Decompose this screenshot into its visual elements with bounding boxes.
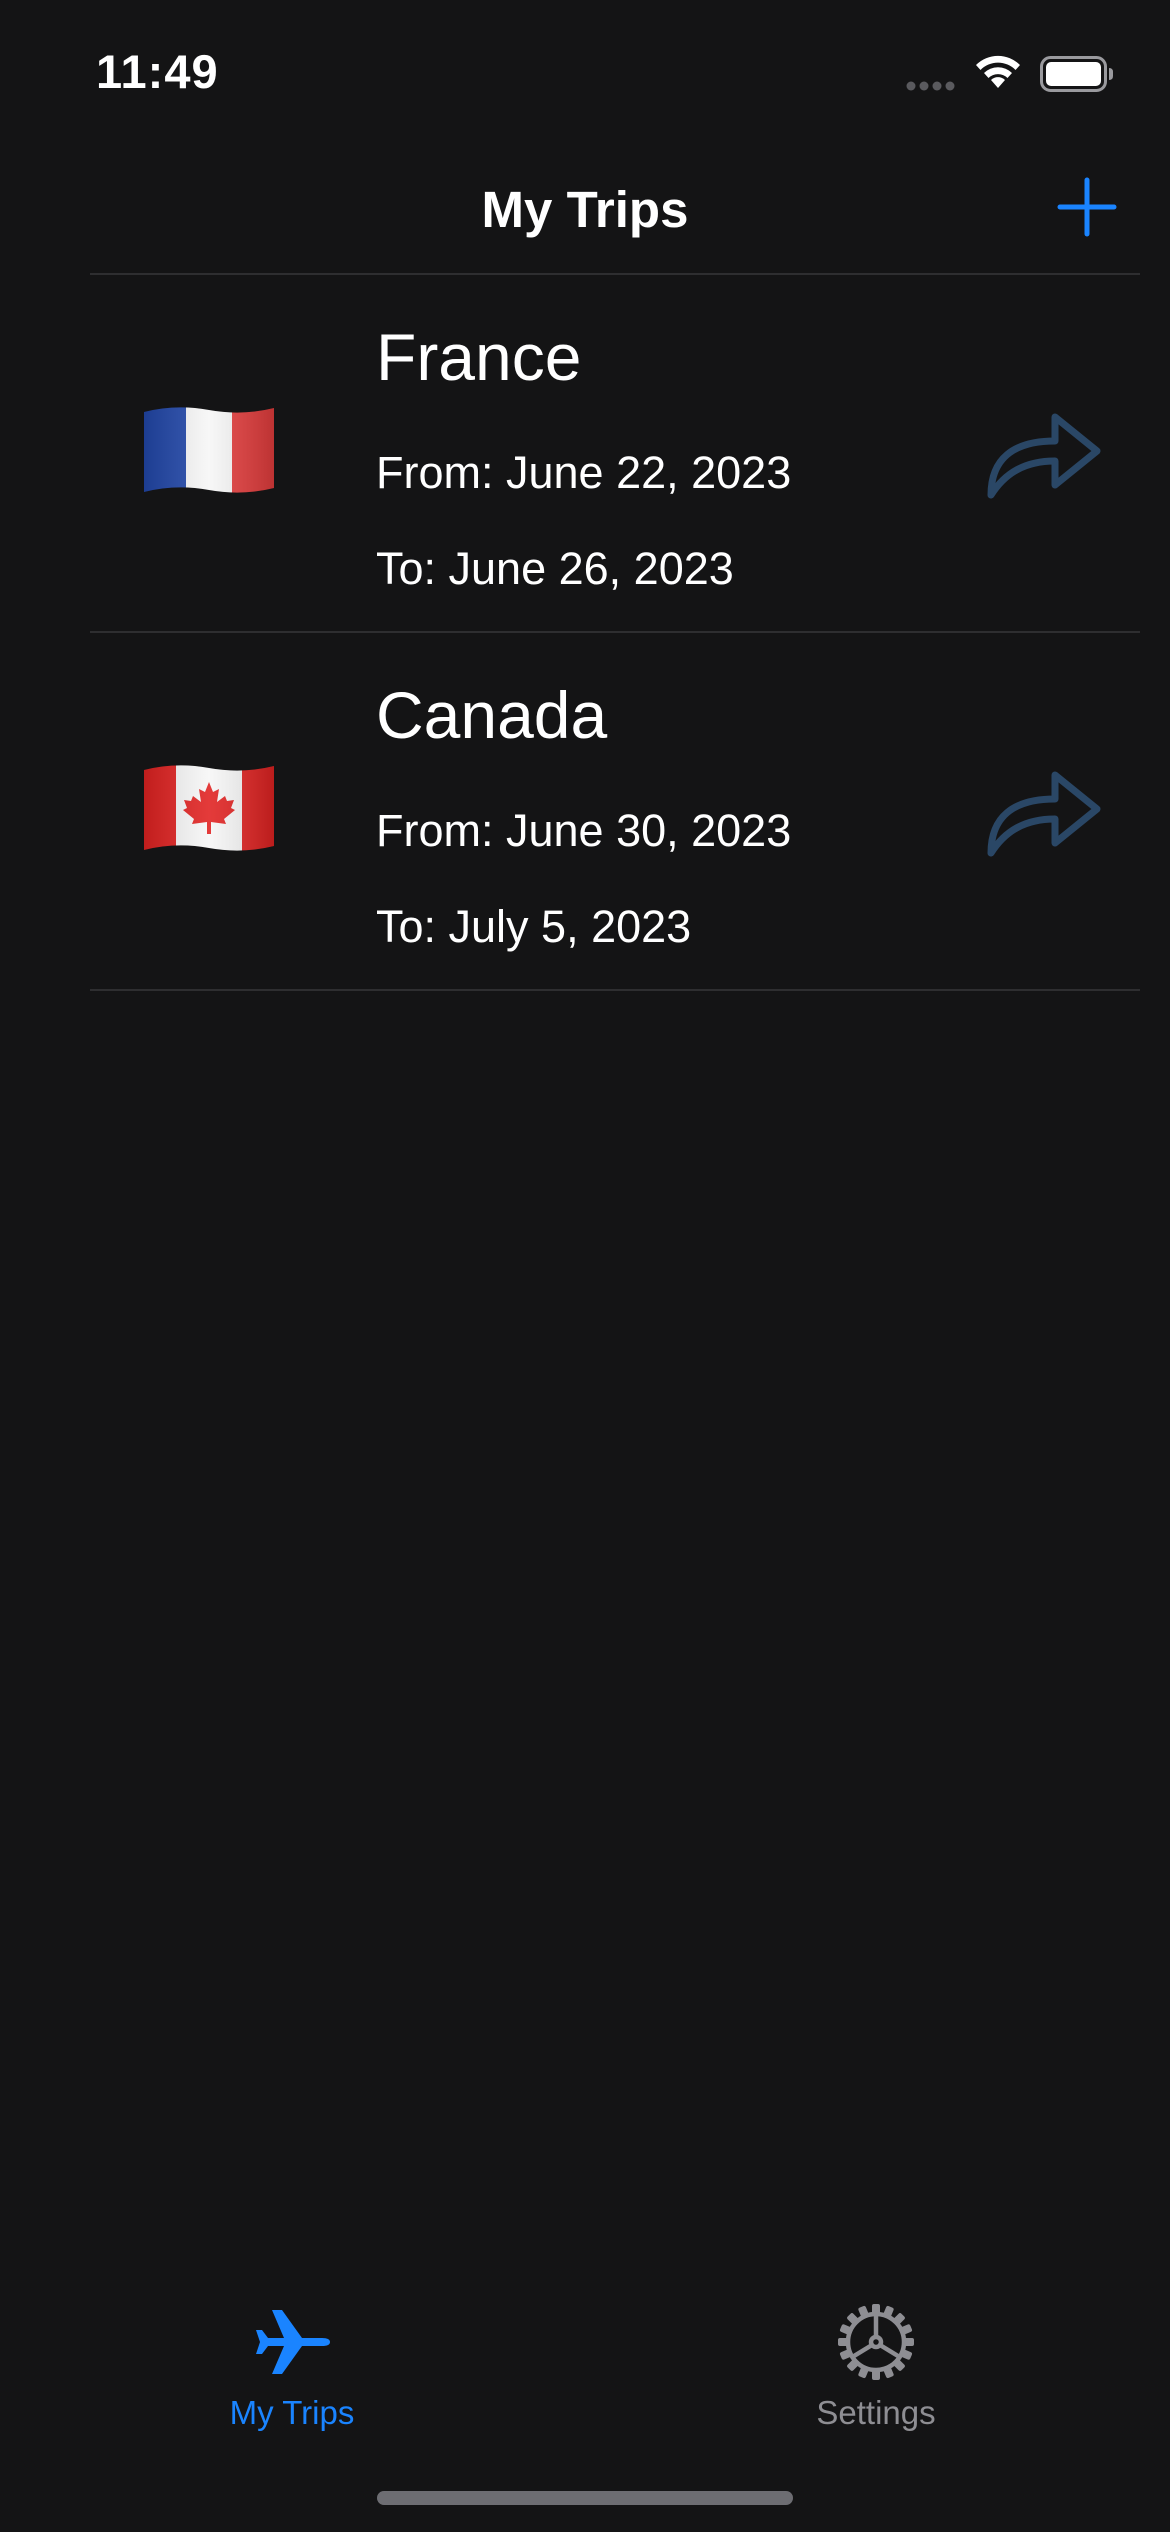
share-arrow-icon xyxy=(987,413,1101,499)
trip-country: Canada xyxy=(376,678,608,752)
home-indicator[interactable] xyxy=(377,2491,793,2505)
tab-settings[interactable]: Settings xyxy=(726,2300,1026,2450)
navigation-bar: My Trips xyxy=(0,140,1170,274)
share-button[interactable] xyxy=(985,403,1105,503)
plus-icon xyxy=(1057,177,1117,237)
tab-label: Settings xyxy=(816,2394,936,2431)
tab-my-trips[interactable]: My Trips xyxy=(142,2300,442,2450)
trip-end-date: To: July 5, 2023 xyxy=(376,901,692,952)
trip-start-date: From: June 30, 2023 xyxy=(376,805,792,856)
trip-country: France xyxy=(376,320,582,394)
gear-icon xyxy=(838,2304,914,2380)
trip-row-france[interactable]: France From: June 22, 2023 To: June 26, … xyxy=(0,275,1170,633)
canada-flag-icon xyxy=(144,765,274,851)
share-arrow-icon xyxy=(987,771,1101,857)
add-trip-button[interactable] xyxy=(1056,176,1118,238)
trip-list: France From: June 22, 2023 To: June 26, … xyxy=(0,275,1170,991)
trip-start-date: From: June 22, 2023 xyxy=(376,447,792,498)
cellular-signal-icon xyxy=(906,81,955,91)
wifi-icon xyxy=(976,55,1020,88)
france-flag-icon xyxy=(144,407,274,493)
trip-end-date: To: June 26, 2023 xyxy=(376,543,734,594)
page-title: My Trips xyxy=(481,181,689,238)
trip-row-canada[interactable]: Canada From: June 30, 2023 To: July 5, 2… xyxy=(0,633,1170,991)
share-button[interactable] xyxy=(985,761,1105,861)
tab-label: My Trips xyxy=(229,2394,355,2431)
row-divider xyxy=(90,989,1140,991)
status-time: 11:49 xyxy=(96,45,219,98)
airplane-icon xyxy=(256,2310,330,2374)
status-bar: 11:49 xyxy=(0,0,1170,140)
battery-icon xyxy=(1040,56,1113,92)
